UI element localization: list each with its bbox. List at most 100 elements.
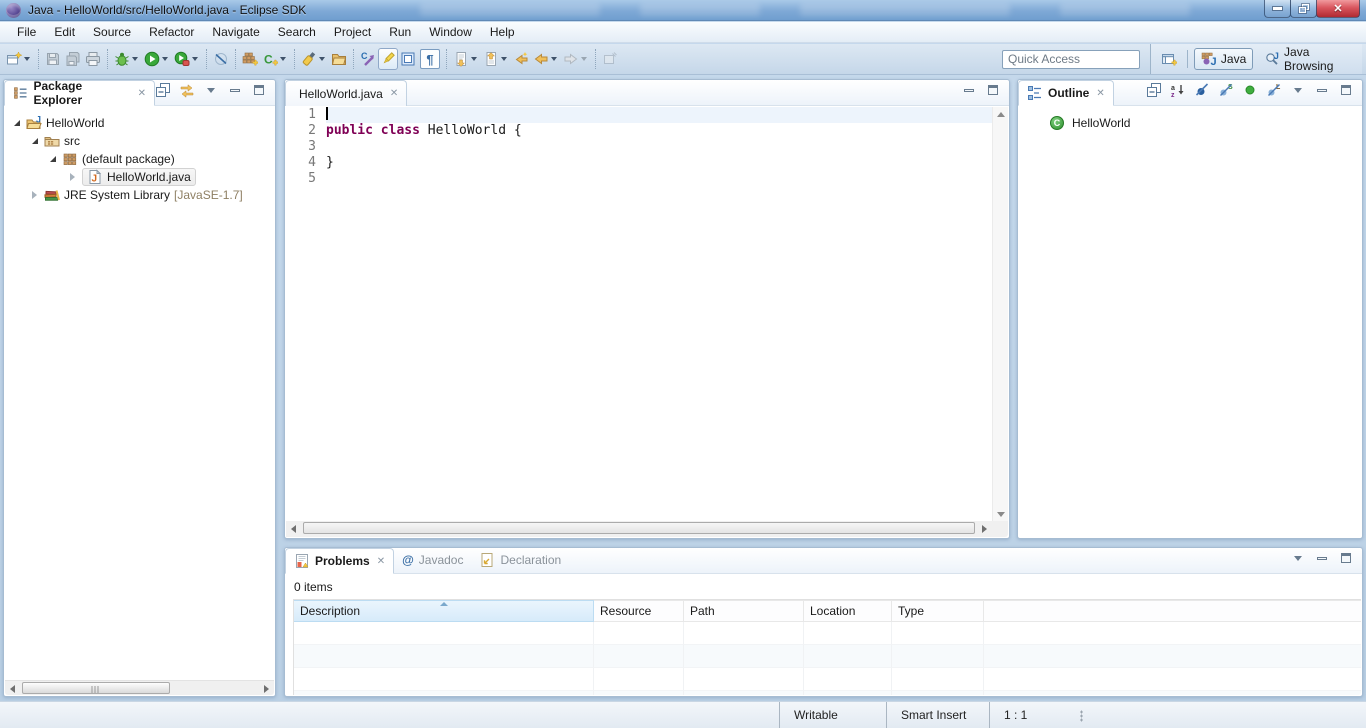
view-menu-icon[interactable]	[1290, 550, 1306, 566]
new-java-package-button[interactable]	[240, 48, 260, 70]
tab-javadoc[interactable]: @ Javadoc	[394, 547, 471, 573]
package-explorer-panel: Package Explorer ✕ J HelloWorld	[3, 79, 276, 697]
collapse-all-button[interactable]	[1146, 82, 1162, 98]
editor-hscrollbar[interactable]	[286, 521, 992, 537]
open-task-button[interactable]	[329, 48, 349, 70]
minimize-view-icon[interactable]	[227, 82, 243, 98]
minimize-view-icon[interactable]	[961, 82, 977, 98]
expanded-twistie-icon[interactable]	[50, 156, 56, 162]
scroll-up-icon[interactable]	[993, 107, 1009, 121]
code-editor[interactable]: 1 2public class HelloWorld { 3 4} 5	[286, 107, 992, 521]
minimize-view-icon[interactable]	[1314, 82, 1330, 98]
menu-project[interactable]: Project	[325, 23, 380, 41]
link-with-editor-button[interactable]	[179, 82, 195, 98]
hide-non-public-members-button[interactable]	[1242, 82, 1258, 98]
run-button[interactable]	[142, 48, 172, 70]
column-header-type[interactable]: Type	[892, 600, 984, 622]
menu-help[interactable]: Help	[481, 23, 524, 41]
forward-button[interactable]	[561, 48, 591, 70]
maximize-view-icon[interactable]	[251, 82, 267, 98]
quick-access-input[interactable]	[1002, 50, 1140, 69]
tree-item-default-package[interactable]: (default package)	[4, 150, 275, 168]
hide-static-members-button[interactable]: S	[1218, 82, 1234, 98]
minimize-view-icon[interactable]	[1314, 550, 1330, 566]
skip-all-breakpoints-button[interactable]	[211, 48, 231, 70]
sort-button[interactable]: az	[1170, 82, 1186, 98]
maximize-view-icon[interactable]	[985, 82, 1001, 98]
window-restore-button[interactable]	[1290, 0, 1317, 18]
collapse-all-button[interactable]	[155, 82, 171, 98]
tab-outline[interactable]: Outline ✕	[1018, 80, 1114, 106]
scrollbar-thumb[interactable]	[303, 522, 975, 534]
column-header-description[interactable]: Description	[294, 600, 594, 622]
tree-item-jre-system-library[interactable]: JRE System Library [JavaSE-1.7]	[4, 186, 275, 204]
open-plugin-artifact-button[interactable]: C	[358, 48, 378, 70]
last-edit-location-button[interactable]	[511, 48, 531, 70]
window-close-button[interactable]: ✕	[1316, 0, 1360, 18]
column-header-location[interactable]: Location	[804, 600, 892, 622]
menu-refactor[interactable]: Refactor	[140, 23, 203, 41]
collapsed-twistie-icon[interactable]	[32, 191, 37, 199]
menu-source[interactable]: Source	[84, 23, 140, 41]
perspective-java-browsing-button[interactable]: J Java Browsing	[1259, 43, 1362, 75]
tree-item-project[interactable]: J HelloWorld	[4, 114, 275, 132]
outline-item-helloworld[interactable]: C HelloWorld	[1018, 106, 1362, 130]
close-editor-icon[interactable]: ✕	[388, 88, 398, 99]
menu-edit[interactable]: Edit	[45, 23, 84, 41]
maximize-view-icon[interactable]	[1338, 82, 1354, 98]
new-java-class-button[interactable]: C	[260, 48, 290, 70]
menu-run[interactable]: Run	[380, 23, 420, 41]
problems-panel: Problems ✕ @ Javadoc Declaration 0 items	[284, 547, 1363, 697]
run-external-tools-button[interactable]	[172, 48, 202, 70]
search-button[interactable]	[299, 48, 329, 70]
tab-declaration[interactable]: Declaration	[471, 547, 569, 573]
scroll-right-icon[interactable]	[259, 681, 274, 696]
expanded-twistie-icon[interactable]	[14, 120, 20, 126]
package-explorer-hscrollbar[interactable]	[5, 680, 274, 695]
next-annotation-button[interactable]	[451, 48, 481, 70]
view-menu-icon[interactable]	[1290, 82, 1306, 98]
titlebar[interactable]: Java - HelloWorld/src/HelloWorld.java - …	[0, 0, 1366, 21]
open-perspective-button[interactable]	[1159, 48, 1179, 70]
hide-fields-button[interactable]	[1194, 82, 1210, 98]
column-header-path[interactable]: Path	[684, 600, 804, 622]
save-button[interactable]	[43, 48, 63, 70]
expanded-twistie-icon[interactable]	[32, 138, 38, 144]
window-minimize-button[interactable]	[1264, 0, 1291, 18]
scroll-left-icon[interactable]	[286, 521, 301, 536]
menu-window[interactable]: Window	[420, 23, 481, 41]
editor-vscrollbar[interactable]	[992, 107, 1008, 521]
new-java-class-dropdown-icon	[280, 57, 286, 61]
debug-button[interactable]	[112, 48, 142, 70]
column-header-resource[interactable]: Resource	[594, 600, 684, 622]
show-whitespace-characters-button[interactable]: ¶	[418, 48, 442, 70]
close-view-icon[interactable]: ✕	[375, 556, 385, 567]
collapsed-twistie-icon[interactable]	[70, 173, 75, 181]
menu-navigate[interactable]: Navigate	[203, 23, 268, 41]
tab-package-explorer[interactable]: Package Explorer ✕	[4, 80, 155, 106]
close-view-icon[interactable]: ✕	[136, 88, 146, 99]
maximize-view-icon[interactable]	[1338, 550, 1354, 566]
new-wizard-button[interactable]	[4, 48, 34, 70]
previous-annotation-button[interactable]	[481, 48, 511, 70]
back-button[interactable]	[531, 48, 561, 70]
hide-local-types-button[interactable]: L	[1266, 82, 1282, 98]
save-all-button[interactable]	[63, 48, 83, 70]
perspective-java-button[interactable]: J Java	[1194, 48, 1253, 70]
scroll-left-icon[interactable]	[5, 681, 20, 696]
tree-item-helloworld-java[interactable]: J HelloWorld.java	[4, 168, 275, 186]
menu-search[interactable]: Search	[269, 23, 325, 41]
close-view-icon[interactable]: ✕	[1094, 88, 1104, 99]
editor-tab-helloworld-java[interactable]: J HelloWorld.java ✕	[285, 80, 407, 106]
scroll-right-icon[interactable]	[977, 521, 992, 536]
scrollbar-thumb[interactable]	[22, 682, 170, 694]
tree-item-src[interactable]: src	[4, 132, 275, 150]
scroll-down-icon[interactable]	[993, 507, 1009, 521]
tab-problems[interactable]: Problems ✕	[285, 548, 394, 574]
menu-file[interactable]: File	[8, 23, 45, 41]
view-menu-icon[interactable]	[203, 82, 219, 98]
toggle-mark-occurrences-button[interactable]	[378, 48, 398, 70]
print-button[interactable]	[83, 48, 103, 70]
show-source-of-selected-element-button[interactable]	[398, 48, 418, 70]
pin-editor-button[interactable]	[600, 48, 620, 70]
